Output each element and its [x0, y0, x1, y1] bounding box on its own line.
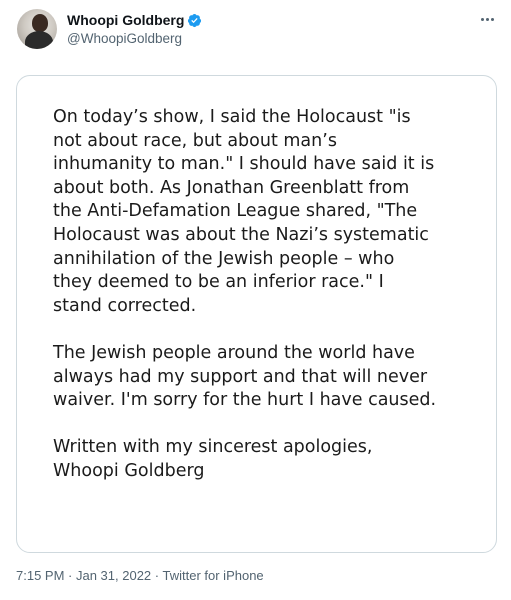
avatar-head: [32, 14, 48, 32]
tweet: Whoopi Goldberg @WhoopiGoldberg On today…: [0, 0, 511, 600]
verified-badge-icon: [188, 13, 202, 27]
more-dot: [490, 17, 494, 21]
avatar[interactable]: [17, 9, 57, 49]
tweet-time[interactable]: 7:15 PM: [16, 568, 64, 583]
tweet-header: Whoopi Goldberg @WhoopiGoldberg: [17, 8, 497, 52]
statement-image[interactable]: On today’s show, I said the Holocaust "i…: [16, 75, 497, 553]
more-dot: [480, 17, 484, 21]
meta-separator: ·: [64, 568, 76, 583]
tweet-date[interactable]: Jan 31, 2022: [76, 568, 151, 583]
author-handle[interactable]: @WhoopiGoldberg: [67, 31, 202, 46]
display-name-row: Whoopi Goldberg: [67, 11, 202, 29]
avatar-body: [25, 31, 53, 49]
tweet-source: Twitter for iPhone: [162, 568, 264, 583]
author-names: Whoopi Goldberg @WhoopiGoldberg: [67, 11, 202, 46]
more-options-icon[interactable]: [477, 11, 497, 27]
more-dot: [485, 17, 489, 21]
meta-separator: ·: [151, 568, 163, 583]
statement-paragraph-1: On today’s show, I said the Holocaust "i…: [53, 107, 435, 316]
statement-text: On today’s show, I said the Holocaust "i…: [53, 106, 473, 507]
display-name[interactable]: Whoopi Goldberg: [67, 12, 184, 28]
statement-paragraph-3: Written with my sincerest apologies, Who…: [53, 437, 373, 481]
statement-paragraph-2: The Jewish people around the world have …: [53, 342, 437, 411]
tweet-meta: 7:15 PM · Jan 31, 2022 · Twitter for iPh…: [16, 568, 264, 583]
